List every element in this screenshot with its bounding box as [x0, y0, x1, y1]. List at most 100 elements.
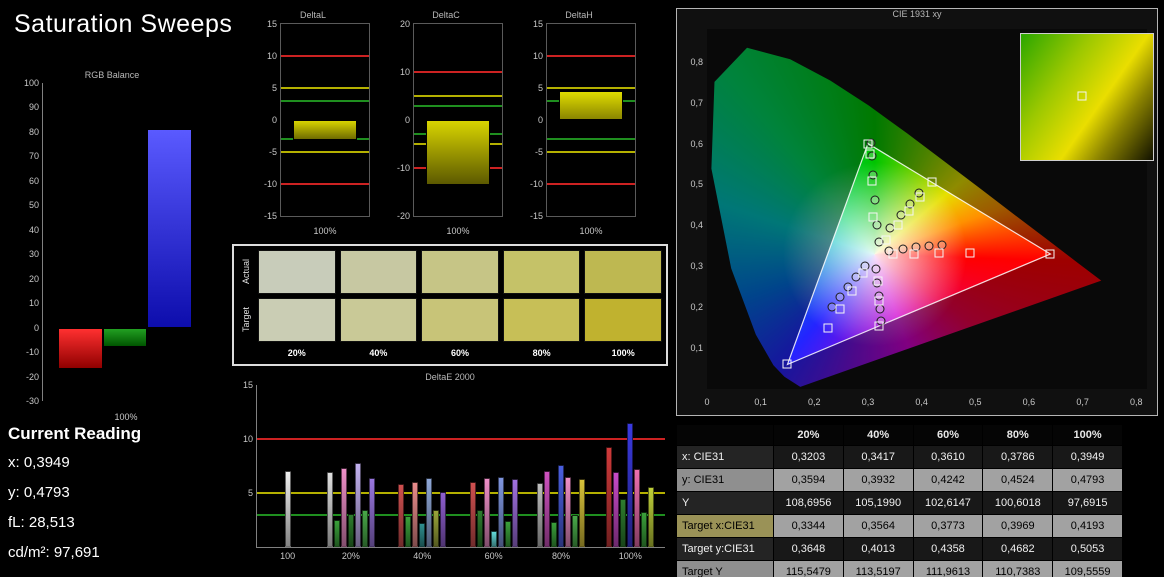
y-axis-tick-label: 100	[23, 78, 39, 88]
delta-e-2000-chart: DeltaE 2000 15 10 5 100 20% 40% 60% 80% 100%	[232, 372, 668, 572]
table-row: y: CIE31 0,3594 0,3932 0,4242 0,4524 0,4793	[676, 468, 1123, 492]
delta-h-plot: 15 10 5 0 -5 -10 -15	[530, 19, 636, 221]
reference-line	[414, 95, 502, 97]
y-axis-tick-label: 0	[537, 115, 543, 125]
y-axis-tick-label: -15	[263, 211, 277, 221]
target-point	[867, 176, 877, 186]
x-axis-tick-label: 0,5	[969, 397, 982, 407]
saturation-percent-label: 60%	[450, 348, 469, 358]
deltae-bar	[543, 471, 550, 547]
deltae-bar	[613, 472, 620, 547]
bar-group	[469, 385, 518, 547]
target-point	[934, 248, 944, 258]
delta-e-2000-plot: 15 10 5 100 20% 40% 60% 80% 100%	[243, 380, 665, 561]
y-axis-tick-label: 0	[33, 322, 39, 333]
y-axis-tick-label: 15	[532, 19, 543, 29]
target-point	[909, 249, 919, 259]
deltae-bar	[361, 510, 368, 547]
x-axis-tick-label: 20%	[341, 551, 360, 561]
page-title: Saturation Sweeps	[14, 10, 233, 38]
delta-c-chart: DeltaC 20 10 0 -10 -20 100%	[383, 10, 509, 236]
reference-line	[281, 86, 369, 89]
table-cell: 0,3344	[773, 514, 844, 538]
y-axis-tick-label: 0,5	[690, 179, 703, 190]
x-axis-tick-label: 100%	[618, 551, 642, 561]
y-axis-tick-label: 10	[266, 51, 277, 61]
measurement-table-panel: 20% 40% 60% 80% 100% x: CIE31 0,3203 0,3417 0,36…	[676, 424, 1123, 577]
deltae-bar	[648, 486, 655, 547]
reading-label: x:	[8, 454, 24, 471]
target-point	[863, 139, 873, 149]
deltae-bar	[641, 512, 648, 547]
table-cell: 0,4793	[1052, 468, 1123, 492]
target-point	[865, 149, 875, 159]
bar-group	[606, 385, 655, 547]
table-cell: 97,6915	[1052, 491, 1123, 515]
reading-value: 97,691	[53, 544, 100, 561]
deltae-bar	[333, 520, 340, 547]
deltae-bar	[398, 484, 405, 547]
x-axis-tick-label: 0,4	[915, 397, 928, 407]
current-reading-title: Current Reading	[8, 424, 142, 443]
y-axis-tick-label: 0	[404, 115, 410, 125]
table-header-cell: 100%	[1052, 424, 1123, 446]
table-cell: 0,4013	[842, 537, 914, 561]
measured-point	[871, 264, 881, 274]
target-point	[868, 212, 878, 222]
deltae-bar	[536, 483, 543, 547]
target-point	[847, 286, 857, 296]
y-axis-tick-label: 10	[242, 434, 253, 444]
reference-line	[281, 99, 369, 102]
measured-point	[835, 292, 845, 302]
target-swatch	[502, 298, 581, 342]
table-row-label: Target x:CIE31	[676, 514, 774, 538]
target-point	[835, 304, 845, 314]
row-label-actual: Actual	[241, 259, 251, 285]
target-point	[858, 268, 868, 278]
measured-point	[872, 220, 882, 230]
reading-value: 28,513	[28, 514, 75, 531]
target-point	[893, 220, 903, 230]
y-axis-tick-label: 5	[537, 83, 543, 93]
y-axis-tick-label: -20	[396, 211, 410, 221]
saturation-sweeps-report: Saturation Sweeps RGB Balance 100 90 80 70 6…	[0, 0, 1164, 577]
deltae-bar	[433, 510, 440, 547]
table-cell: 0,3610	[912, 445, 984, 469]
y-axis-tick-label: 20	[399, 19, 410, 29]
deltae-bar	[469, 482, 476, 547]
reference-line	[414, 71, 502, 73]
actual-swatch	[502, 250, 581, 294]
target-point	[915, 192, 925, 202]
table-cell: 0,3648	[773, 537, 844, 561]
y-axis-tick-label: -20	[25, 371, 39, 382]
target-point	[927, 177, 937, 187]
actual-vs-target-swatches: Actual Target 20% 40% 60% 80% 100%	[232, 244, 668, 366]
deltae-bar	[347, 513, 354, 547]
target-swatch	[258, 298, 336, 342]
reading-label: cd/m²:	[8, 544, 54, 561]
x-axis-tick-label: 0,7	[1076, 397, 1089, 407]
saturation-data-table: 20% 40% 60% 80% 100% x: CIE31 0,3203 0,3417 0,36…	[676, 424, 1123, 577]
delta-c-plot: 20 10 0 -10 -20	[397, 19, 503, 221]
table-row-label: Y	[676, 491, 774, 515]
table-cell: 115,5479	[773, 560, 844, 577]
y-axis-tick-label: -5	[534, 147, 543, 157]
deltae-bar	[490, 530, 497, 547]
table-cell: 0,3932	[842, 468, 914, 492]
target-swatch	[339, 298, 418, 342]
reference-line	[547, 183, 635, 185]
y-axis-tick-label: 0,8	[690, 56, 703, 67]
cie-zoom-inset	[1020, 33, 1154, 161]
deltae-bar	[326, 472, 333, 547]
deltae-bar	[419, 523, 426, 547]
deltae-bar	[627, 422, 634, 547]
x-axis-label: 100%	[446, 226, 470, 236]
table-header-cell: 40%	[842, 424, 914, 446]
table-cell: 0,3949	[1052, 445, 1123, 469]
y-axis-tick-label: 15	[242, 380, 253, 390]
cie-1931-xy-chart: CIE 1931 xy 0 0,1 0,2 0,3 0,4 0,5 0,6 0,7 0,8 0,1…	[676, 8, 1158, 416]
table-cell: 0,4524	[982, 468, 1054, 492]
delta-e-2000-title: DeltaE 2000	[425, 372, 475, 382]
value-bar	[147, 129, 192, 328]
